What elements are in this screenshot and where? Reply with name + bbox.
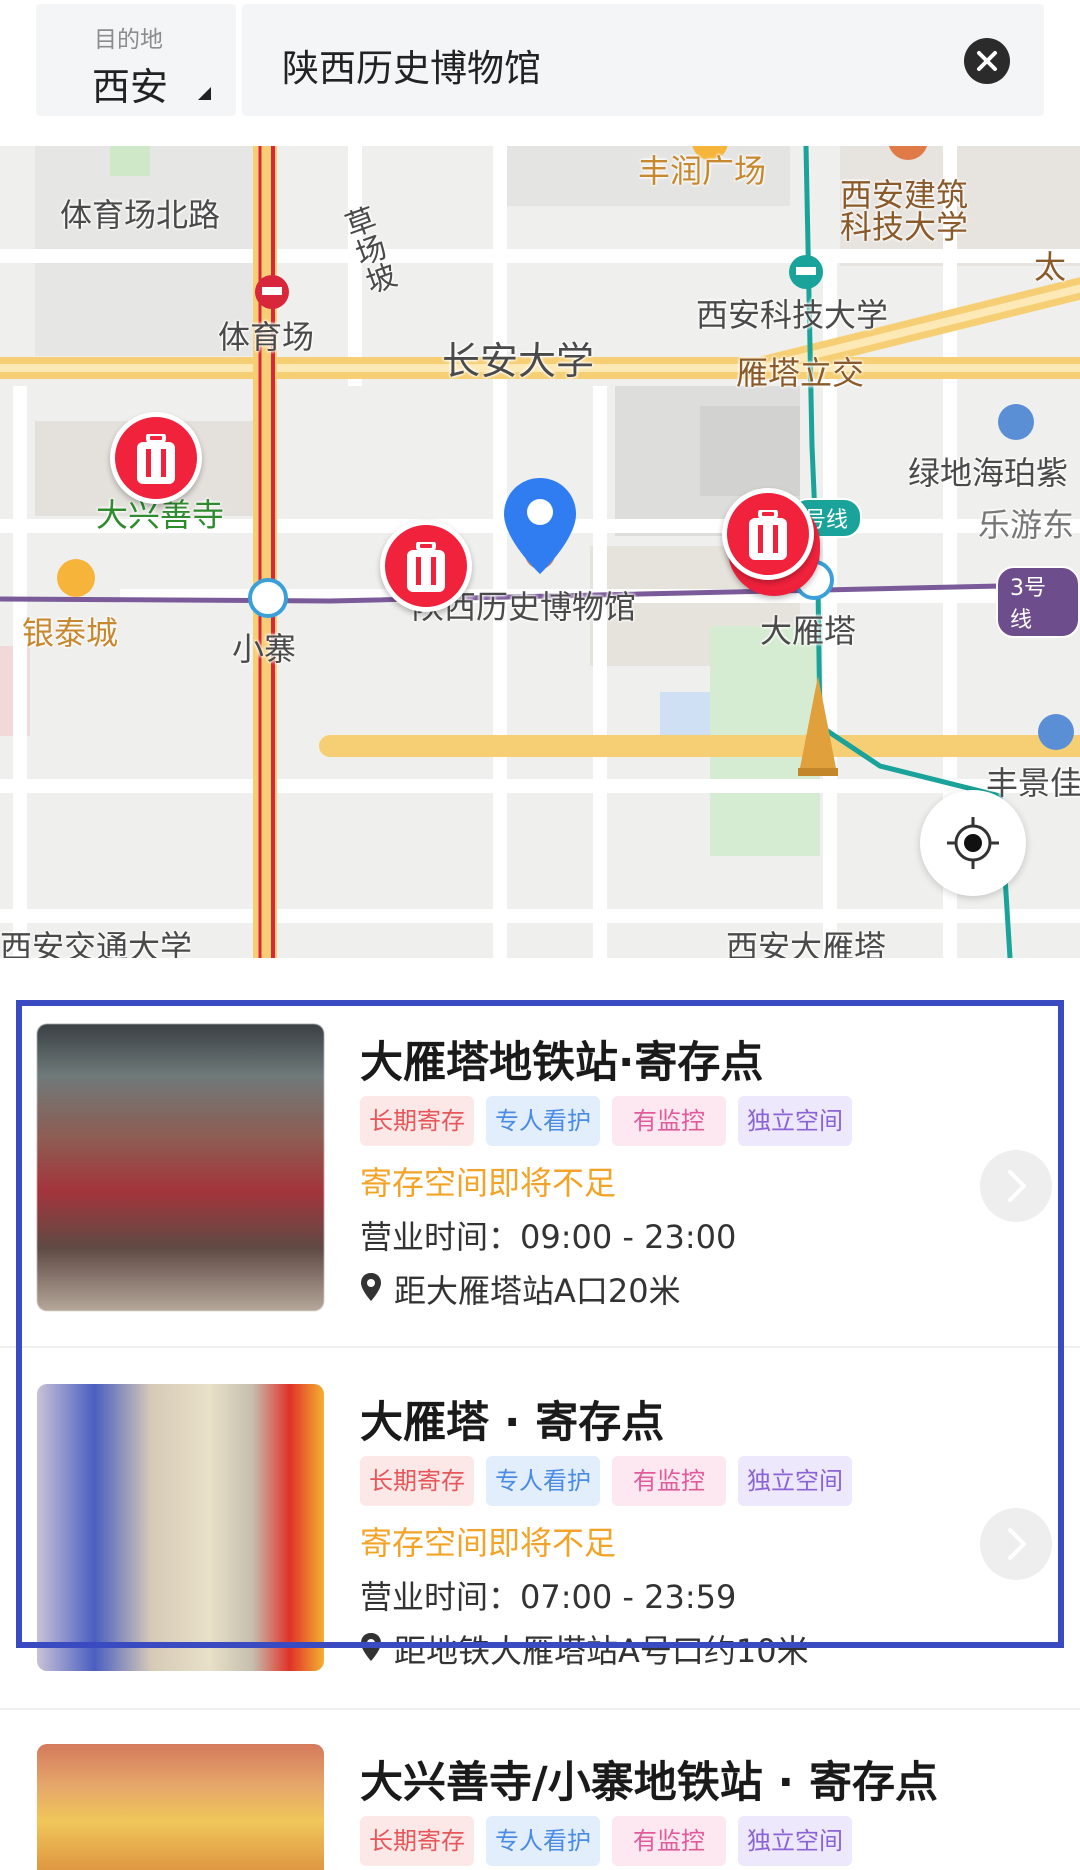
tag: 有监控 [612, 1096, 726, 1146]
map-label-station[interactable]: 西安科技大学 [696, 290, 888, 336]
tag-list: 长期寄存 专人看护 有监控 独立空间 [360, 1096, 860, 1146]
tag: 长期寄存 [360, 1096, 474, 1146]
chevron-right-icon [1008, 1528, 1026, 1560]
capacity-warning: 寄存空间即将不足 [360, 1164, 617, 1202]
storage-card[interactable]: 大雁塔地铁站·寄存点 长期寄存 专人看护 有监控 独立空间 寄存空间即将不足 营… [0, 1000, 1080, 1360]
suitcase-icon [137, 434, 175, 484]
map-label: 体育场北路 [60, 196, 221, 234]
luggage-storage-marker[interactable] [380, 520, 472, 612]
card-detail-button[interactable] [980, 1150, 1052, 1222]
storage-list: 大雁塔地铁站·寄存点 长期寄存 专人看护 有监控 独立空间 寄存空间即将不足 营… [0, 958, 1080, 1870]
map-label: 雁塔立交 [736, 354, 865, 392]
locate-me-button[interactable] [920, 790, 1026, 896]
business-hours: 营业时间：07:00 - 23:59 [360, 1578, 737, 1616]
map-label-station[interactable]: 大雁塔 [760, 606, 856, 652]
map-label: 长安大学 [442, 339, 595, 383]
map-label: 银泰城 [22, 614, 119, 652]
close-icon [977, 51, 997, 71]
map-label: 西安交通大学 [0, 928, 193, 958]
storage-photo [37, 1024, 324, 1311]
suitcase-icon [749, 510, 787, 560]
divider [0, 1708, 1080, 1710]
tag: 长期寄存 [360, 1456, 474, 1506]
map-label-station[interactable]: 体育场 [218, 312, 314, 358]
dropdown-caret-icon [198, 87, 211, 100]
map-label: 乐游东 [978, 506, 1075, 544]
metro-line-badge: 3号线 [996, 566, 1080, 638]
distance-info: 距地铁大雁塔站A号口约10米 [360, 1626, 920, 1670]
luggage-storage-marker[interactable] [110, 412, 202, 504]
storage-photo [37, 1744, 324, 1870]
distance-text: 距地铁大雁塔站A号口约10米 [394, 1632, 809, 1670]
tag: 有监控 [612, 1816, 726, 1866]
distance-text: 距大雁塔站A口20米 [394, 1272, 681, 1310]
tag: 独立空间 [738, 1096, 852, 1146]
map-label: 绿地海珀紫 [908, 454, 1069, 492]
map-label: 科技大学 [840, 208, 969, 246]
location-pin-icon [361, 1273, 381, 1301]
storage-photo [37, 1384, 324, 1671]
divider [0, 1346, 1080, 1348]
clear-search-button[interactable] [964, 38, 1010, 84]
map-view[interactable]: 体育场北路 草场坡 体育场 长安大学 丰润广场 西安建筑 科技大学 西安科技大学… [0, 146, 1080, 958]
destination-city: 西安 [92, 65, 169, 109]
chevron-right-icon [1008, 1170, 1026, 1202]
tag: 专人看护 [486, 1816, 600, 1866]
suitcase-icon [407, 542, 445, 592]
storage-card[interactable]: 大兴善寺/小寨地铁站 · 寄存点 长期寄存 专人看护 有监控 独立空间 [0, 1718, 1080, 1870]
search-header: 目的地 西安 陕西历史博物馆 [0, 0, 1080, 146]
tag-list: 长期寄存 专人看护 有监控 独立空间 [360, 1456, 860, 1506]
storage-card[interactable]: 大雁塔 · 寄存点 长期寄存 专人看护 有监控 独立空间 寄存空间即将不足 营业… [0, 1358, 1080, 1718]
tag: 独立空间 [738, 1456, 852, 1506]
map-label: 丰润广场 [638, 152, 767, 190]
map-label: 太 [1034, 248, 1067, 286]
destination-city-selector[interactable]: 目的地 西安 [36, 4, 236, 116]
search-input[interactable]: 陕西历史博物馆 [242, 4, 1044, 116]
tag-list: 长期寄存 专人看护 有监控 独立空间 [360, 1816, 860, 1866]
storage-title: 大雁塔地铁站·寄存点 [360, 1038, 764, 1088]
tag: 专人看护 [486, 1096, 600, 1146]
destination-pin-icon [504, 478, 576, 574]
search-query-text: 陕西历史博物馆 [282, 47, 541, 90]
map-label: 西安大雁塔 [726, 928, 887, 958]
location-pin-icon [361, 1633, 381, 1661]
distance-info: 距大雁塔站A口20米 [360, 1266, 860, 1310]
storage-title: 大雁塔 · 寄存点 [360, 1398, 665, 1448]
storage-title: 大兴善寺/小寨地铁站 · 寄存点 [360, 1758, 938, 1808]
tag: 独立空间 [738, 1816, 852, 1866]
card-detail-button[interactable] [980, 1508, 1052, 1580]
tag: 专人看护 [486, 1456, 600, 1506]
tag: 长期寄存 [360, 1816, 474, 1866]
capacity-warning: 寄存空间即将不足 [360, 1524, 617, 1562]
crosshair-icon [947, 817, 999, 869]
destination-label: 目的地 [94, 27, 163, 53]
map-label-station[interactable]: 小寨 [232, 624, 296, 670]
luggage-storage-marker[interactable] [722, 488, 814, 580]
tag: 有监控 [612, 1456, 726, 1506]
business-hours: 营业时间：09:00 - 23:00 [360, 1218, 737, 1256]
